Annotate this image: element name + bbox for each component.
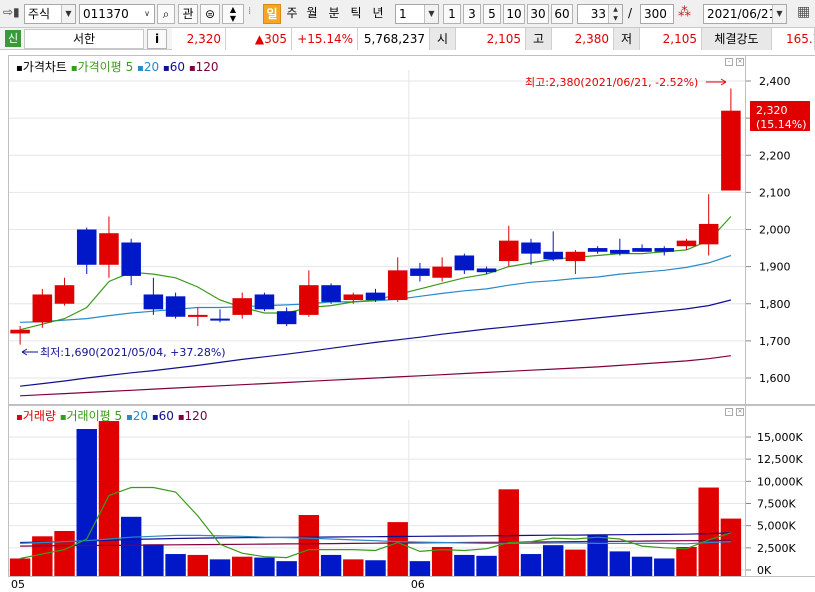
favorite-button[interactable]: 관 — [178, 4, 198, 24]
current-price: 2,320 — [172, 28, 226, 50]
price-change: ▲305 — [226, 28, 292, 50]
low-price: 2,105 — [640, 28, 702, 50]
period-tab-week[interactable]: 주 — [283, 4, 301, 24]
stock-info-button[interactable]: i — [147, 29, 167, 49]
low-label: 저 — [614, 28, 640, 50]
total-count-input[interactable]: 300 — [640, 4, 674, 24]
period-tab-day[interactable]: 일 — [263, 4, 281, 24]
quote-bar: 신 서한 i 2,320 ▲305 +15.14% 5,768,237 시 2,… — [0, 28, 815, 50]
high-label: 고 — [526, 28, 552, 50]
count-separator: / — [628, 6, 633, 20]
interval-select[interactable]: 1 ▼ — [395, 4, 439, 24]
new-listing-badge: 신 — [5, 30, 21, 47]
x-tick-label: 06 — [411, 578, 425, 591]
trade-volume: 5,768,237 — [358, 28, 430, 50]
price-ma-label: 가격이평 — [77, 60, 122, 74]
price-legend-title: 가격차트 — [22, 60, 67, 74]
stepper-button[interactable]: ▲ ▼ — [222, 4, 244, 24]
volume-ma-120: 120 — [184, 409, 208, 423]
volume-ma-20: 20 — [132, 409, 149, 423]
open-price: 2,105 — [456, 28, 526, 50]
panel-toggle-icon[interactable]: ⇨▮ — [3, 5, 20, 19]
volume-ma-60: 60 — [158, 409, 174, 423]
interval-select-value: 1 — [399, 7, 407, 21]
panel-minimize-icon[interactable]: – — [725, 408, 733, 416]
volume-legend-title: 거래량 — [22, 409, 56, 423]
panel-minimize-icon[interactable]: – — [725, 58, 733, 66]
price-change-pct: +15.14% — [292, 28, 358, 50]
minute-button-5[interactable]: 5 — [483, 4, 501, 24]
price-legend: ▪가격차트 ▪가격이평 5 ▪20 ▪60 ▪120 — [16, 60, 219, 74]
stepper-arrows-icon: ▲ ▼ — [229, 5, 237, 23]
period-tab-year[interactable]: 년 — [368, 4, 388, 24]
price-ma-120: 120 — [195, 60, 219, 74]
display-count-value: 33 — [590, 7, 606, 21]
market-select-value: 주식 — [28, 7, 51, 21]
panel-close-icon[interactable]: × — [736, 408, 744, 416]
refresh-icon: ⊜ — [204, 7, 216, 21]
spinner-icon: ▲ ▼ — [608, 5, 622, 23]
date-select[interactable]: 2021/06/21 ▼ — [703, 4, 787, 24]
market-select[interactable]: 주식 ▼ — [24, 4, 76, 24]
period-tab-tick[interactable]: 틱 — [347, 4, 365, 24]
period-tab-minute[interactable]: 분 — [325, 4, 343, 24]
x-tick-label: 05 — [11, 578, 25, 591]
minute-button-60[interactable]: 60 — [551, 4, 573, 24]
panel-close-icon[interactable]: × — [736, 58, 744, 66]
chevron-down-icon: ▼ — [424, 5, 438, 23]
stock-code-input[interactable]: 011370 ∨ — [79, 4, 155, 24]
price-axis — [746, 55, 815, 405]
minute-button-1[interactable]: 1 — [443, 4, 461, 24]
stock-code-value: 011370 — [83, 7, 129, 21]
display-count-input[interactable]: 33 ▲ ▼ — [577, 4, 623, 24]
volume-legend: ▪거래량 ▪거래이평 5 ▪20 ▪60 ▪120 — [16, 409, 208, 423]
chevron-down-icon: ▼ — [772, 5, 786, 23]
total-count-value: 300 — [644, 7, 667, 21]
price-ma-20: 20 — [143, 60, 160, 74]
date-select-value: 2021/06/21 — [707, 7, 777, 21]
high-price: 2,380 — [552, 28, 614, 50]
toolbar-separator: ⁞ — [248, 6, 252, 17]
stock-name: 서한 — [24, 29, 144, 49]
open-label: 시 — [430, 28, 456, 50]
minute-button-30[interactable]: 30 — [527, 4, 549, 24]
refresh-button[interactable]: ⊜ — [200, 4, 220, 24]
minute-button-3[interactable]: 3 — [463, 4, 481, 24]
period-tab-month[interactable]: 월 — [303, 4, 321, 24]
chevron-down-icon: ∨ — [140, 5, 154, 23]
chart-toolbar: ⇨▮ 주식 ▼ 011370 ∨ ⌕ 관 ⊜ ▲ ▼ ⁞ 일 주 월 분 틱 년 … — [0, 0, 815, 28]
strength-label: 체결강도 — [702, 28, 772, 50]
search-button[interactable]: ⌕ — [157, 4, 175, 24]
search-icon: ⌕ — [162, 7, 170, 21]
price-chart-panel[interactable] — [8, 55, 746, 405]
volume-axis — [746, 405, 815, 577]
price-ma-5: 5 — [125, 60, 134, 74]
minute-button-10[interactable]: 10 — [503, 4, 525, 24]
price-ma-60: 60 — [169, 60, 185, 74]
volume-ma-label: 거래이평 — [66, 409, 111, 423]
volume-chart-panel[interactable] — [8, 405, 746, 577]
chevron-down-icon: ▼ — [61, 5, 75, 23]
grid-settings-icon[interactable]: ⁂ — [678, 5, 691, 20]
trade-strength: 165.7 — [772, 28, 815, 50]
volume-ma-5: 5 — [114, 409, 123, 423]
chart-settings-icon[interactable]: ▦ — [797, 4, 810, 20]
